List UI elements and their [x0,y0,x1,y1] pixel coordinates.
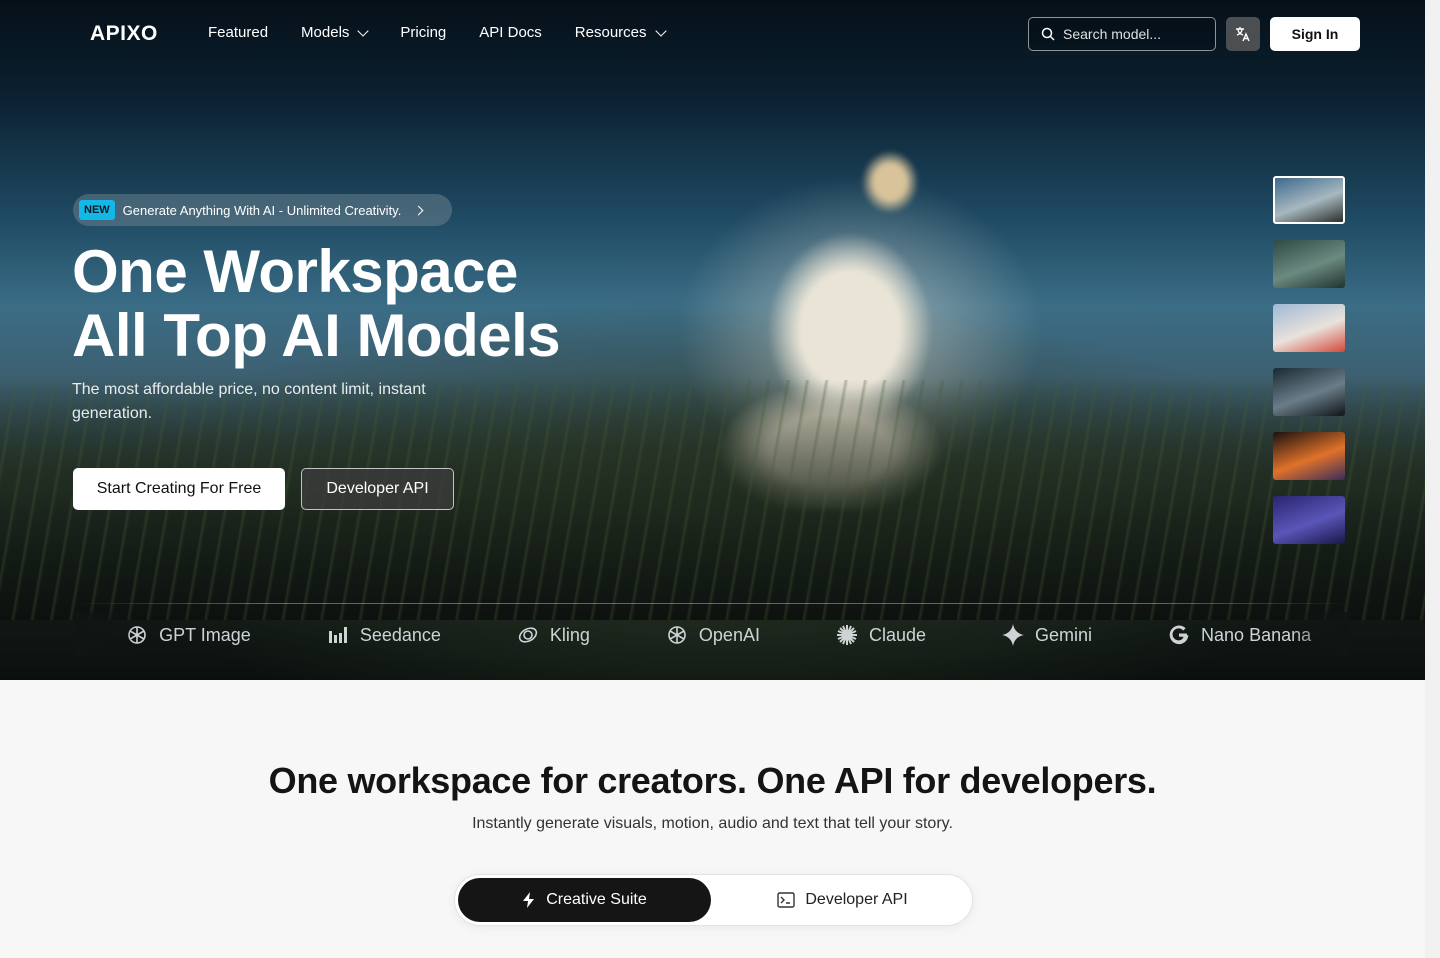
google-icon [1167,623,1191,647]
start-creating-button[interactable]: Start Creating For Free [73,468,285,510]
model-item[interactable]: Seedance [326,623,441,647]
section-title: One workspace for creators. One API for … [268,760,1157,801]
nav-pricing[interactable]: Pricing [400,24,446,41]
tab-developer-api[interactable]: Developer API [715,878,970,922]
nav-featured[interactable]: Featured [208,24,268,41]
nav-models-label: Models [301,24,350,41]
nav-pricing-label: Pricing [400,24,447,41]
language-button[interactable] [1226,17,1260,51]
chevron-down-icon [654,24,667,37]
nav-api-docs[interactable]: API Docs [479,24,542,41]
nav-api-docs-label: API Docs [479,24,542,41]
kling-icon [516,623,540,647]
model-item[interactable]: Gemini [1001,623,1092,647]
search-input[interactable] [1063,26,1203,42]
tab-creative-suite[interactable]: Creative Suite [458,878,711,922]
nav-resources[interactable]: Resources [574,24,667,41]
claude-icon [835,623,859,647]
translate-icon [1236,27,1250,42]
forest-thumbnail[interactable] [1273,240,1345,288]
model-item[interactable]: OpenAI [665,623,760,647]
announcement-text: Generate Anything With AI - Unlimited Cr… [122,202,402,218]
search-box[interactable] [1028,17,1216,51]
search-icon [1041,27,1055,41]
chevron-right-icon [413,205,424,215]
gemini-icon [1001,623,1025,647]
openai-icon [665,623,689,647]
tab-creative-suite-label: Creative Suite [546,891,647,908]
mode-toggle: Creative Suite Developer API [454,874,973,926]
hero-subtitle: The most affordable price, no content li… [72,381,426,422]
hero-title: One Workspace All Top AI Models [72,238,561,369]
model-item[interactable]: Claude [835,623,926,647]
scrollbar[interactable] [1425,0,1440,958]
model-item[interactable]: GPT Image [125,623,251,647]
hero-title-line2: All Top AI Models [72,302,561,369]
announcement-badge[interactable]: NEW Generate Anything With AI - Unlimite… [73,194,452,226]
tab-developer-api-label: Developer API [805,891,908,908]
nav-resources-label: Resources [574,24,647,41]
runner-thumbnail[interactable] [1273,176,1345,224]
model-label: Gemini [1035,624,1093,645]
model-label: Seedance [359,624,441,645]
new-badge: NEW [79,200,115,220]
nav-links: Featured Models Pricing API Docs Resourc… [208,24,667,41]
hero-title-line1: One Workspace [72,238,518,305]
developer-api-button[interactable]: Developer API [301,468,454,510]
bolt-icon [523,892,535,908]
hero-section: APIXO Featured Models Pricing API Docs R… [0,0,1425,680]
marquee-fade-left [75,612,135,656]
helmet-thumbnail[interactable] [1273,368,1345,416]
model-label: Kling [549,624,590,645]
bars-icon [326,623,350,647]
thumbnail-list [1273,176,1345,544]
model-marquee: Nano BananaGPT ImageSeedanceKlingOpenAIC… [75,618,1350,652]
top-navigation: APIXO Featured Models Pricing API Docs R… [0,0,1425,68]
fire-thumbnail[interactable] [1273,432,1345,480]
flower-thumbnail[interactable] [1273,304,1345,352]
divider [75,603,1350,604]
terminal-icon [777,892,796,908]
logo[interactable]: APIXO [90,22,158,46]
model-label: OpenAI [698,624,760,645]
sign-in-button[interactable]: Sign In [1270,17,1360,51]
model-label: GPT Image [159,624,251,645]
marquee-fade-right [1290,612,1350,656]
model-label: Claude [868,624,927,645]
dancer-thumbnail[interactable] [1273,496,1345,544]
chevron-down-icon [357,24,370,37]
nav-models[interactable]: Models [301,24,370,41]
nav-featured-label: Featured [208,24,269,41]
section-subtitle: Instantly generate visuals, motion, audi… [472,815,953,832]
model-item[interactable]: Kling [516,623,590,647]
